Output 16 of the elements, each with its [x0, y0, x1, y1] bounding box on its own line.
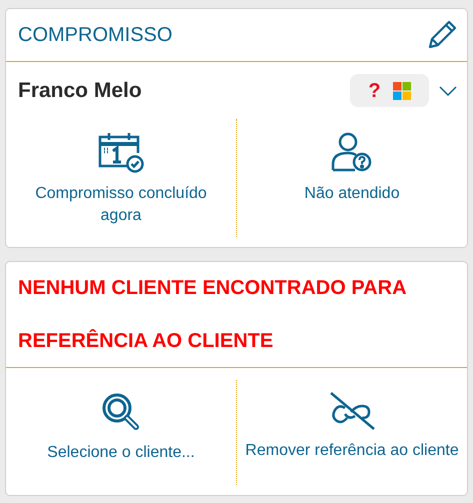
- action-button[interactable]: Selecione o cliente...: [6, 380, 236, 485]
- card-title: COMPROMISSO: [18, 23, 172, 48]
- warning-title: NENHUM CLIENTE ENCONTRADO PARA REFERÊNCIA AO CLIENTE: [18, 276, 408, 354]
- person-question-icon: [331, 131, 373, 173]
- search-icon: [101, 392, 141, 432]
- chevron-down-icon[interactable]: [439, 86, 457, 96]
- action-button[interactable]: Remover referência ao cliente: [236, 380, 467, 485]
- action-button[interactable]: Compromisso concluído agora: [6, 119, 236, 237]
- contact-name: Franco Melo: [18, 78, 142, 104]
- edit-icon[interactable]: [427, 20, 457, 50]
- four-squares-icon: [392, 82, 411, 100]
- calendar-check-icon: [97, 131, 145, 173]
- question-mark: ?: [368, 78, 381, 104]
- broken-link-icon: [329, 392, 375, 430]
- status-badge[interactable]: ?: [350, 74, 429, 107]
- action-button[interactable]: Não atendido: [236, 119, 467, 237]
